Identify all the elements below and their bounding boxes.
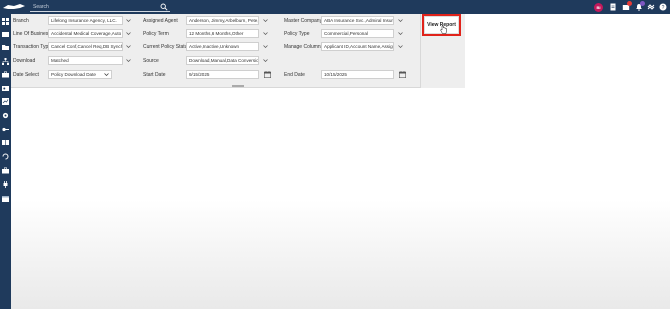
- chevron-down-icon[interactable]: [398, 31, 403, 36]
- chevron-down-icon[interactable]: [263, 44, 268, 49]
- policy-term-select[interactable]: 12 Months,6 Months,Other: [186, 29, 259, 38]
- folder-user-icon[interactable]: [2, 31, 9, 38]
- search-icon[interactable]: [160, 3, 168, 11]
- reports-chart-icon[interactable]: [2, 98, 9, 105]
- search-box[interactable]: Search: [30, 3, 170, 12]
- chevron-down-icon[interactable]: [126, 44, 131, 49]
- gear-icon[interactable]: [2, 112, 9, 119]
- download-label: Download: [13, 58, 36, 64]
- chevron-down-icon[interactable]: [126, 58, 131, 63]
- toolbox-icon[interactable]: [2, 167, 9, 174]
- line-of-business-label: Line Of Business: [13, 31, 51, 37]
- manage-columns-select[interactable]: Applicant ID,Account Name,Assign: [321, 42, 394, 51]
- end-date-input[interactable]: 10/15/2025: [321, 70, 394, 79]
- bell-badge: [640, 1, 645, 6]
- company-logo[interactable]: [2, 3, 26, 11]
- chevron-down-icon[interactable]: [398, 44, 403, 49]
- manage-columns-label: Manage Columns: [284, 44, 324, 50]
- date-select-dropdown[interactable]: Policy Download Date: [48, 70, 112, 79]
- search-input[interactable]: Search: [33, 4, 49, 10]
- current-policy-status-label: Current Policy Status: [143, 44, 190, 50]
- briefcase-icon[interactable]: [2, 71, 9, 78]
- branch-select[interactable]: Lifelong Insurance Agency, LLC.: [48, 16, 123, 25]
- date-select-label: Date Select: [13, 72, 39, 78]
- folder-icon[interactable]: [2, 44, 9, 51]
- refresh-icon[interactable]: [2, 153, 9, 160]
- end-date-label: End Date: [284, 72, 305, 78]
- help-icon[interactable]: ?: [659, 3, 667, 11]
- book-icon[interactable]: [2, 139, 9, 146]
- start-date-input[interactable]: 9/15/2025: [186, 70, 259, 79]
- sidebar: [0, 14, 11, 309]
- contact-card-icon[interactable]: [2, 85, 9, 92]
- download-select[interactable]: Matched: [48, 56, 123, 65]
- document-icon[interactable]: [609, 3, 617, 11]
- chevron-down-icon[interactable]: [104, 72, 109, 77]
- link-icon[interactable]: [647, 3, 655, 11]
- panel-collapse-handle[interactable]: [232, 85, 244, 87]
- key-icon[interactable]: [2, 126, 9, 133]
- current-policy-status-select[interactable]: Active,Inactive,Unknown: [186, 42, 259, 51]
- branch-label: Branch: [13, 18, 29, 24]
- assigned-agent-label: Assigned Agent: [143, 18, 178, 24]
- avatar[interactable]: BI: [594, 3, 603, 12]
- start-date-label: Start Date: [143, 72, 166, 78]
- chevron-down-icon[interactable]: [263, 18, 268, 23]
- hand-cursor-icon: [440, 25, 447, 34]
- policy-term-label: Policy Term: [143, 31, 169, 37]
- notification-badge: [627, 1, 632, 6]
- chevron-down-icon[interactable]: [126, 31, 131, 36]
- source-label: Source: [143, 58, 159, 64]
- sitemap-icon[interactable]: [2, 58, 9, 65]
- calendar-grid-icon[interactable]: [2, 195, 9, 202]
- transaction-type-select[interactable]: Cancel Conf,Cancel Req,DB Synch.: [48, 42, 123, 51]
- calendar-icon[interactable]: [399, 71, 406, 78]
- svg-text:?: ?: [662, 5, 665, 11]
- transaction-type-label: Transaction Type: [13, 44, 52, 50]
- top-navigation-bar: Search BI ?: [0, 0, 670, 14]
- calendar-icon[interactable]: [264, 71, 271, 78]
- plug-icon[interactable]: [2, 181, 9, 188]
- dashboard-icon[interactable]: [2, 18, 9, 25]
- master-company-select[interactable]: ABA Insurance Svc.,Admiral Insura: [321, 16, 394, 25]
- policy-type-select[interactable]: Commercial,Personal: [321, 29, 394, 38]
- master-company-label: Master Company: [284, 18, 323, 24]
- chevron-down-icon[interactable]: [126, 18, 131, 23]
- chevron-down-icon[interactable]: [263, 31, 268, 36]
- chevron-down-icon[interactable]: [398, 18, 403, 23]
- line-of-business-select[interactable]: Accidental Medical Coverage,Auto: [48, 29, 123, 38]
- assigned-agent-select[interactable]: Anderson, Jimmy,Arbelburn, Pete,E: [186, 16, 259, 25]
- chevron-down-icon[interactable]: [263, 58, 268, 63]
- policy-type-label: Policy Type: [284, 31, 310, 37]
- source-select[interactable]: Download,Manual,Data Conversio: [186, 56, 259, 65]
